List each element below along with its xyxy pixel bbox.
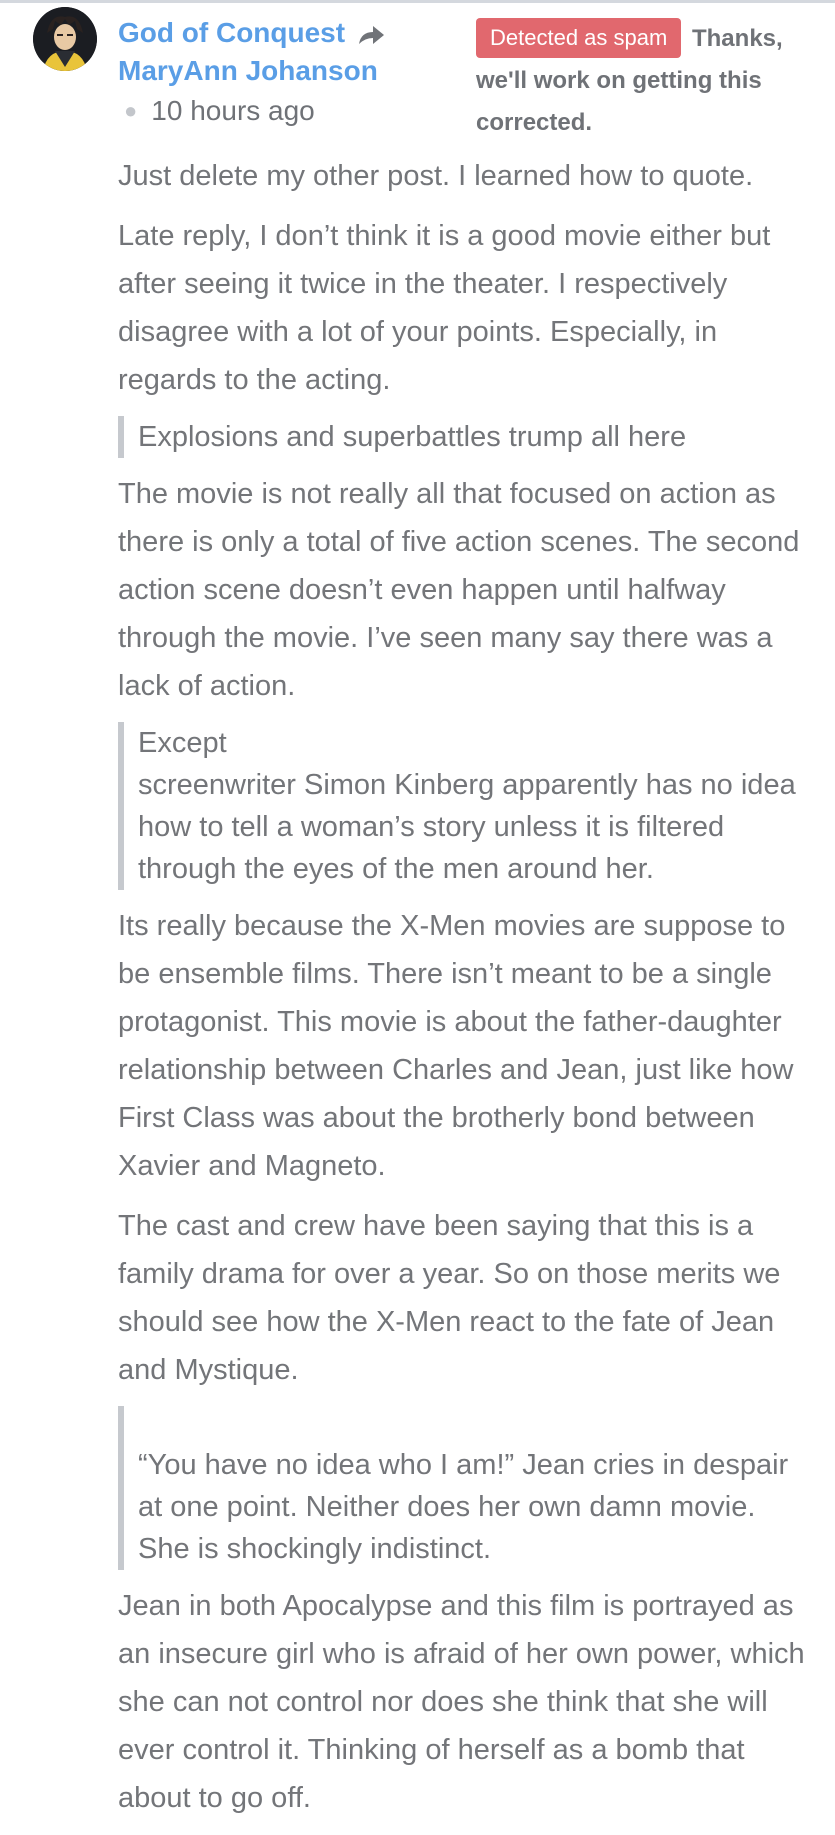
blockquote: “You have no idea who I am!” Jean cries … xyxy=(118,1406,813,1570)
body-paragraph: Late reply, I don’t think it is a good m… xyxy=(118,220,771,396)
quote-text: screenwriter Simon Kinberg apparently ha… xyxy=(138,769,796,885)
comment-meta: ● 10 hours ago xyxy=(118,90,458,132)
body-paragraph: Jean in both Apocalypse and this film is… xyxy=(118,1590,805,1814)
body-paragraph: The cast and crew have been saying that … xyxy=(118,1210,781,1386)
author-line: God of Conquest xyxy=(118,14,458,52)
blockquote: Except screenwriter Simon Kinberg appare… xyxy=(118,722,813,890)
avatar[interactable] xyxy=(33,7,97,71)
separator-dot: ● xyxy=(124,98,138,123)
quote-text: Explosions and superbattles trump all he… xyxy=(138,421,687,453)
reply-to-name[interactable]: MaryAnn Johanson xyxy=(118,52,458,90)
comment-time[interactable]: 10 hours ago xyxy=(151,90,314,132)
comment: God of Conquest MaryAnn Johanson ● 10 ho… xyxy=(0,0,835,1835)
body-paragraph: Its really because the X-Men movies are … xyxy=(118,910,794,1182)
quote-text: “You have no idea who I am!” Jean cries … xyxy=(138,1449,789,1565)
comment-body: Just delete my other post. I learned how… xyxy=(118,152,813,1834)
body-paragraph: The movie is not really all that focused… xyxy=(118,478,800,702)
quote-text: Except xyxy=(138,727,227,759)
spam-notice: Detected as spam Thanks, we'll work on g… xyxy=(476,18,796,144)
reply-arrow-icon xyxy=(355,20,387,46)
comment-header: God of Conquest MaryAnn Johanson ● 10 ho… xyxy=(118,14,458,132)
body-paragraph: Just delete my other post. I learned how… xyxy=(118,160,754,192)
blockquote: Explosions and superbattles trump all he… xyxy=(118,416,813,458)
author-name[interactable]: God of Conquest xyxy=(118,14,345,52)
avatar-image xyxy=(33,7,97,71)
spam-badge: Detected as spam xyxy=(476,18,682,58)
